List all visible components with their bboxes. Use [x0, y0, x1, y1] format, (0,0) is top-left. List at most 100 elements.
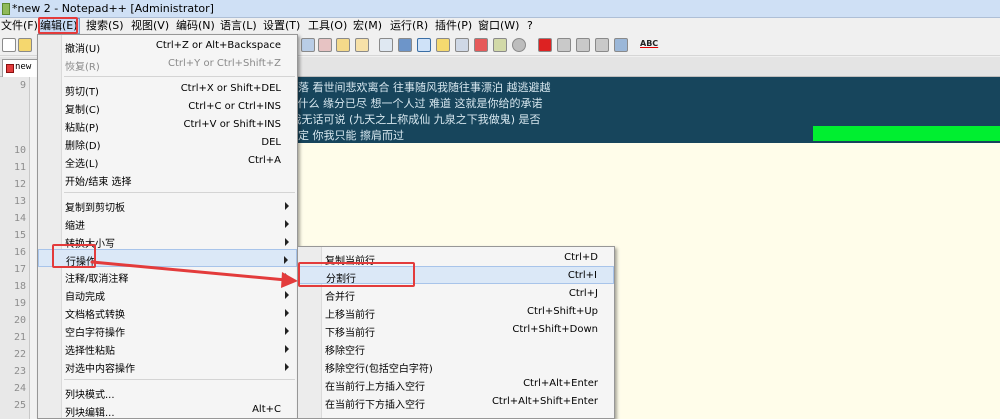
line-number: 25 [13, 400, 26, 411]
menu-item-shortcut: Ctrl+Shift+Up [527, 306, 598, 317]
menu-item-move-line-up[interactable]: 上移当前行 Ctrl+Shift+Up [298, 303, 614, 321]
user-lang-icon[interactable] [436, 38, 450, 52]
menu-item-label: 移除空行 [325, 346, 365, 357]
tab-new-2[interactable]: new 2 [2, 59, 42, 77]
menu-item-eol-conversion[interactable]: 文档格式转换 [38, 303, 297, 321]
menu-item-label: 缩进 [65, 221, 85, 232]
menu-item-label: 撤消(U) [65, 44, 101, 55]
menu-item-label: 列块模式... [65, 390, 115, 401]
line-number: 23 [13, 366, 26, 377]
highlight-block [813, 126, 1000, 141]
menu-item-shortcut: Ctrl+X or Shift+DEL [180, 83, 281, 94]
line-number: 18 [13, 281, 26, 292]
line-number: 14 [13, 213, 26, 224]
menu-item-label: 文档格式转换 [65, 310, 125, 321]
menu-settings[interactable]: 设置(T) [262, 19, 301, 33]
sort-icon[interactable] [301, 38, 315, 52]
menu-view[interactable]: 视图(V) [130, 19, 170, 33]
stop-record-icon[interactable] [557, 38, 571, 52]
zoom-icon[interactable] [318, 38, 332, 52]
folder-workspace-icon[interactable] [493, 38, 507, 52]
submenu-arrow-icon [285, 273, 289, 281]
menu-item-on-selection[interactable]: 对选中内容操作 [38, 357, 297, 375]
notepadpp-icon [2, 3, 10, 15]
menu-item-label: 移除空行(包括空白字符) [325, 364, 433, 375]
menu-item-copy[interactable]: 复制(C) Ctrl+C or Ctrl+INS [38, 98, 297, 116]
menu-item-redo[interactable]: 恢复(R) Ctrl+Y or Ctrl+Shift+Z [38, 55, 297, 73]
sync-horizontal-icon[interactable] [355, 38, 369, 52]
menu-item-remove-empty-lines-blank[interactable]: 移除空行(包括空白字符) [298, 357, 614, 375]
show-all-chars-icon[interactable] [398, 38, 412, 52]
menu-item-remove-empty-lines[interactable]: 移除空行 [298, 339, 614, 357]
menu-item-cut[interactable]: 剪切(T) Ctrl+X or Shift+DEL [38, 80, 297, 98]
line-number: 16 [13, 247, 26, 258]
function-list-icon[interactable] [474, 38, 488, 52]
menu-item-delete[interactable]: 删除(D) DEL [38, 134, 297, 152]
menu-item-paste-special[interactable]: 选择性粘贴 [38, 339, 297, 357]
menu-file[interactable]: 文件(F) [0, 19, 39, 33]
line-number: 20 [13, 315, 26, 326]
menu-item-shortcut: DEL [261, 137, 281, 148]
line-number: 24 [13, 383, 26, 394]
menu-item-auto-completion[interactable]: 自动完成 [38, 285, 297, 303]
playback-icon[interactable] [576, 38, 590, 52]
menu-item-column-editor[interactable]: 列块编辑... Alt+C [38, 401, 297, 419]
menu-item-column-mode[interactable]: 列块模式... [38, 383, 297, 401]
submenu-arrow-icon [285, 363, 289, 371]
submenu-arrow-icon [285, 202, 289, 210]
menu-item-label: 开始/结束 选择 [65, 177, 132, 188]
menu-item-move-line-down[interactable]: 下移当前行 Ctrl+Shift+Down [298, 321, 614, 339]
menu-separator [64, 379, 295, 380]
menu-window[interactable]: 窗口(W) [477, 19, 520, 33]
doc-map-icon[interactable] [455, 38, 469, 52]
menu-item-begin-end-select[interactable]: 开始/结束 选择 [38, 170, 297, 188]
save-macro-icon[interactable] [614, 38, 628, 52]
menu-search[interactable]: 搜索(S) [85, 19, 125, 33]
menu-item-label: 复制(C) [65, 105, 100, 116]
submenu-arrow-icon [285, 238, 289, 246]
spellcheck-icon[interactable]: ABC [640, 39, 658, 48]
menu-item-indent[interactable]: 缩进 [38, 214, 297, 232]
record-macro-icon[interactable] [538, 38, 552, 52]
menu-item-label: 复制到剪切板 [65, 203, 125, 214]
menu-item-shortcut: Ctrl+C or Ctrl+INS [188, 101, 281, 112]
line-number-gutter: 9 10 11 12 13 14 15 16 17 18 19 20 21 22… [0, 77, 30, 419]
menu-item-comment[interactable]: 注释/取消注释 [38, 267, 297, 285]
menu-item-select-all[interactable]: 全选(L) Ctrl+A [38, 152, 297, 170]
annotation-box-line-operations [52, 244, 96, 268]
menu-item-paste[interactable]: 粘贴(P) Ctrl+V or Shift+INS [38, 116, 297, 134]
menu-item-join-lines[interactable]: 合并行 Ctrl+J [298, 285, 614, 303]
indent-guide-icon[interactable] [417, 38, 431, 52]
line-number: 17 [13, 264, 26, 275]
line-number: 15 [13, 230, 26, 241]
new-file-icon[interactable] [2, 38, 16, 52]
menu-item-shortcut: Ctrl+Z or Alt+Backspace [155, 40, 281, 51]
menu-item-label: 在当前行上方插入空行 [325, 382, 425, 393]
menu-item-label: 对选中内容操作 [65, 364, 135, 375]
menu-item-insert-line-above[interactable]: 在当前行上方插入空行 Ctrl+Alt+Enter [298, 375, 614, 393]
line-number: 13 [13, 196, 26, 207]
menu-item-copy-to-clipboard[interactable]: 复制到剪切板 [38, 196, 297, 214]
menu-item-label: 列块编辑... [65, 408, 115, 419]
word-wrap-icon[interactable] [379, 38, 393, 52]
menu-plugins[interactable]: 插件(P) [434, 19, 473, 33]
menu-item-label: 剪切(T) [65, 87, 99, 98]
menu-run[interactable]: 运行(R) [389, 19, 429, 33]
menu-item-undo[interactable]: 撤消(U) Ctrl+Z or Alt+Backspace [38, 37, 297, 55]
annotation-box-edit-menu [38, 17, 78, 34]
menu-language[interactable]: 语言(L) [219, 19, 258, 33]
menu-item-blank-operations[interactable]: 空白字符操作 [38, 321, 297, 339]
menu-encoding[interactable]: 编码(N) [175, 19, 216, 33]
line-number: 19 [13, 298, 26, 309]
menu-item-shortcut: Ctrl+A [247, 155, 281, 166]
run-multiple-icon[interactable] [595, 38, 609, 52]
menu-tools[interactable]: 工具(O) [307, 19, 348, 33]
menu-item-insert-line-below[interactable]: 在当前行下方插入空行 Ctrl+Alt+Shift+Enter [298, 393, 614, 411]
monitor-icon[interactable] [512, 38, 526, 52]
menu-help[interactable]: ? [526, 19, 534, 33]
menu-macro[interactable]: 宏(M) [352, 19, 383, 33]
menu-separator [64, 76, 295, 77]
open-file-icon[interactable] [18, 38, 32, 52]
menu-item-label: 在当前行下方插入空行 [325, 400, 425, 411]
sync-vertical-icon[interactable] [336, 38, 350, 52]
